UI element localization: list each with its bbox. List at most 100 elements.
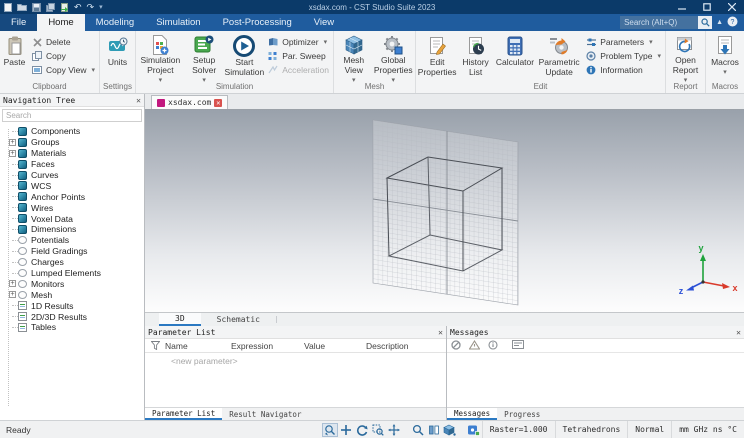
move-icon[interactable] bbox=[338, 423, 354, 437]
tree-item-field-gradings[interactable]: Field Gradings bbox=[4, 246, 144, 257]
minimize-button[interactable] bbox=[669, 0, 694, 14]
bounding-box-icon[interactable] bbox=[442, 423, 458, 437]
search-icon[interactable] bbox=[698, 16, 713, 29]
macros-button[interactable]: Macros bbox=[707, 33, 743, 81]
tree-item-monitors[interactable]: Monitors bbox=[4, 278, 144, 289]
units-button[interactable]: Units bbox=[101, 33, 134, 81]
tab-post-processing[interactable]: Post-Processing bbox=[212, 14, 303, 31]
optimizer-button[interactable]: Optimizer bbox=[264, 35, 332, 49]
information-button[interactable]: Information bbox=[582, 63, 664, 77]
tree-item-materials[interactable]: Materials bbox=[4, 148, 144, 159]
parameters-button[interactable]: Parameters bbox=[582, 35, 664, 49]
maximize-button[interactable] bbox=[694, 0, 719, 14]
expand-icon[interactable] bbox=[9, 138, 16, 146]
warnings-filter-icon[interactable] bbox=[468, 339, 481, 352]
navigation-tree-search[interactable] bbox=[2, 109, 142, 122]
navigation-tree-close-icon[interactable]: ✕ bbox=[136, 96, 141, 105]
tree-item-voxel-data[interactable]: Voxel Data bbox=[4, 213, 144, 224]
copy-button[interactable]: Copy bbox=[28, 49, 98, 63]
qat-customize-icon[interactable]: ▾ bbox=[99, 3, 103, 11]
pick-zoom-icon[interactable] bbox=[321, 422, 338, 437]
zoom-window-icon[interactable] bbox=[370, 423, 386, 437]
paste-button[interactable]: Paste bbox=[1, 33, 28, 81]
messages-close-icon[interactable]: ✕ bbox=[736, 328, 741, 337]
new-parameter-row[interactable]: <new parameter> bbox=[145, 353, 446, 366]
errors-filter-icon[interactable] bbox=[451, 339, 461, 352]
tab-file[interactable]: File bbox=[0, 14, 38, 31]
tab-home[interactable]: Home bbox=[37, 14, 85, 31]
tab-messages[interactable]: Messages bbox=[447, 408, 498, 420]
history-list-button[interactable]: History List bbox=[457, 33, 494, 81]
column-name[interactable]: Name bbox=[161, 341, 227, 351]
zoom-icon[interactable] bbox=[410, 423, 426, 437]
par-sweep-button[interactable]: Par. Sweep bbox=[264, 49, 332, 63]
tree-item-mesh[interactable]: Mesh bbox=[4, 289, 144, 300]
open-report-button[interactable]: Open Report bbox=[667, 33, 704, 81]
tab-parameter-list[interactable]: Parameter List bbox=[145, 408, 223, 420]
import-icon[interactable] bbox=[60, 2, 69, 12]
tree-item-wcs[interactable]: WCS bbox=[4, 180, 144, 191]
tab-modeling[interactable]: Modeling bbox=[85, 14, 146, 31]
expand-icon[interactable] bbox=[9, 149, 16, 157]
raster-icon[interactable] bbox=[466, 423, 482, 437]
simulation-project-button[interactable]: Simulation Project bbox=[137, 33, 184, 81]
mesh-view-button[interactable]: Mesh View bbox=[335, 33, 373, 81]
tab-progress[interactable]: Progress bbox=[497, 408, 547, 420]
message-log-icon[interactable] bbox=[512, 340, 524, 351]
status-units[interactable]: mm GHz ns °C bbox=[671, 421, 744, 438]
viewport-3d[interactable]: y x z bbox=[145, 110, 744, 312]
undo-icon[interactable]: ↶ bbox=[74, 2, 82, 12]
status-mesh-type[interactable]: Tetrahedrons bbox=[554, 421, 628, 438]
setup-solver-button[interactable]: Setup Solver bbox=[184, 33, 225, 81]
expand-icon[interactable] bbox=[9, 291, 16, 299]
tree-item-anchor-points[interactable]: Anchor Points bbox=[4, 191, 144, 202]
tree-item-potentials[interactable]: Potentials bbox=[4, 235, 144, 246]
column-expression[interactable]: Expression bbox=[227, 341, 300, 351]
global-properties-button[interactable]: Global Properties bbox=[373, 33, 414, 81]
tree-item-lumped-elements[interactable]: Lumped Elements bbox=[4, 268, 144, 279]
redo-icon[interactable]: ↷ bbox=[87, 2, 95, 12]
tree-search-input[interactable] bbox=[3, 111, 141, 120]
save-icon[interactable] bbox=[32, 2, 41, 12]
tree-item-2d3d-results[interactable]: 2D/3D Results bbox=[4, 311, 144, 322]
tree-item-dimensions[interactable]: Dimensions bbox=[4, 224, 144, 235]
tree-item-faces[interactable]: Faces bbox=[4, 159, 144, 170]
parametric-update-button[interactable]: Parametric Update bbox=[536, 33, 582, 81]
tree-item-tables[interactable]: Tables bbox=[4, 322, 144, 333]
tree-item-curves[interactable]: Curves bbox=[4, 170, 144, 181]
tree-item-groups[interactable]: Groups bbox=[4, 137, 144, 148]
problem-type-button[interactable]: Problem Type bbox=[582, 49, 664, 63]
tree-item-charges[interactable]: Charges bbox=[4, 257, 144, 268]
close-button[interactable] bbox=[719, 0, 744, 14]
tab-schematic[interactable]: Schematic bbox=[201, 313, 276, 326]
column-value[interactable]: Value bbox=[300, 341, 362, 351]
copy-view-button[interactable]: Copy View bbox=[28, 63, 98, 77]
split-view-icon[interactable] bbox=[426, 423, 442, 437]
ribbon-search[interactable] bbox=[620, 16, 713, 29]
tree-item-wires[interactable]: Wires bbox=[4, 202, 144, 213]
start-simulation-button[interactable]: Start Simulation bbox=[225, 33, 264, 81]
search-input[interactable] bbox=[620, 18, 699, 27]
tab-result-navigator[interactable]: Result Navigator bbox=[222, 408, 308, 420]
save-all-icon[interactable] bbox=[46, 2, 55, 12]
tab-3d[interactable]: 3D bbox=[159, 313, 201, 326]
column-description[interactable]: Description bbox=[362, 341, 446, 351]
status-raster[interactable]: Raster=1.000 bbox=[481, 421, 555, 438]
status-mode[interactable]: Normal bbox=[627, 421, 671, 438]
open-icon[interactable] bbox=[17, 3, 27, 11]
rotate-icon[interactable] bbox=[354, 423, 370, 437]
parameter-list-close-icon[interactable]: ✕ bbox=[438, 328, 443, 337]
new-file-icon[interactable] bbox=[4, 2, 12, 12]
collapse-ribbon-icon[interactable]: ▲ bbox=[716, 19, 723, 26]
tab-view[interactable]: View bbox=[303, 14, 345, 31]
expand-icon[interactable] bbox=[9, 280, 16, 288]
tab-simulation[interactable]: Simulation bbox=[145, 14, 211, 31]
document-tab[interactable]: xsdax.com ✕ bbox=[151, 95, 229, 109]
edit-properties-button[interactable]: Edit Properties bbox=[417, 33, 457, 81]
pan-icon[interactable] bbox=[386, 423, 402, 437]
delete-button[interactable]: Delete bbox=[28, 35, 98, 49]
tree-item-1d-results[interactable]: 1D Results bbox=[4, 300, 144, 311]
filter-icon[interactable] bbox=[145, 341, 161, 350]
info-filter-icon[interactable] bbox=[488, 339, 498, 352]
tree-item-components[interactable]: Components bbox=[4, 126, 144, 137]
